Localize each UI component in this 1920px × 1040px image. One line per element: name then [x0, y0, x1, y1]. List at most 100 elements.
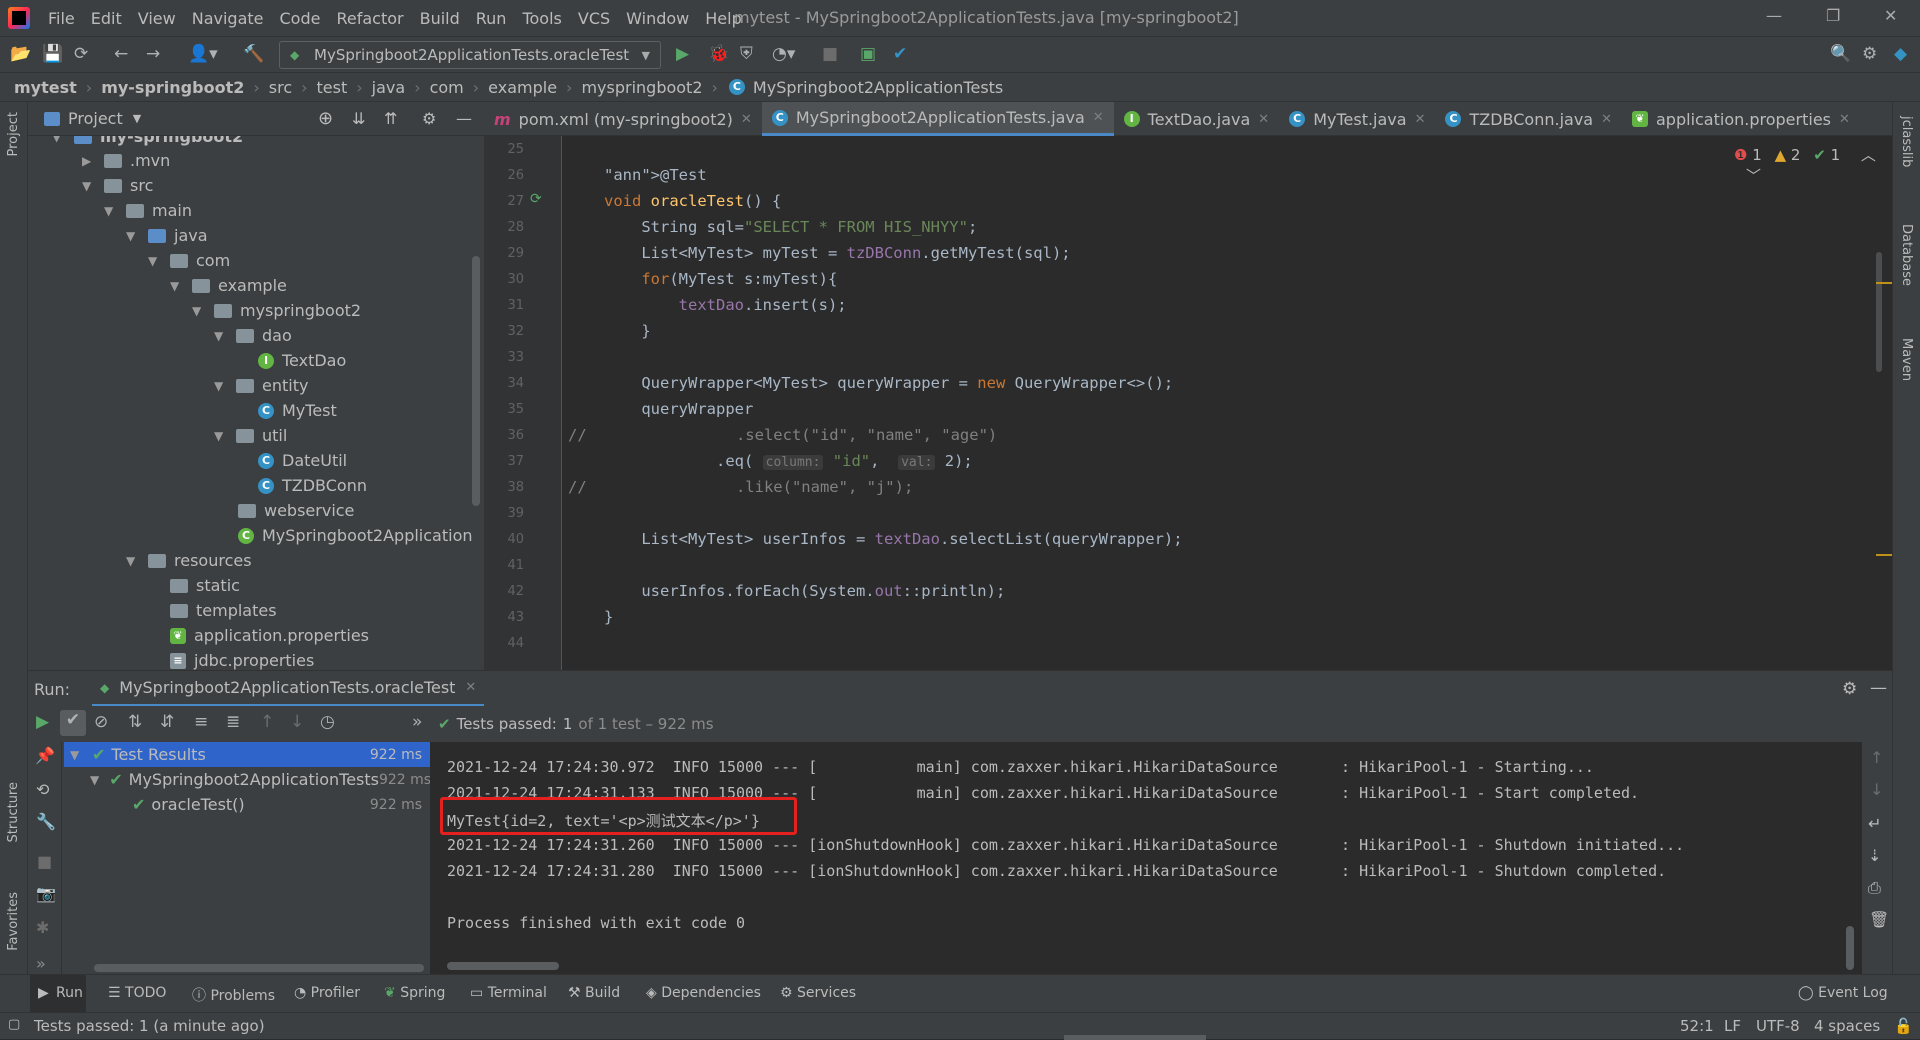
indent-setting[interactable]: 4 spaces	[1814, 1017, 1880, 1035]
bug-icon[interactable]: ✱	[36, 918, 49, 937]
run-icon[interactable]: ▶	[676, 44, 689, 64]
chevron-down-icon[interactable]: ▼	[133, 112, 141, 125]
more-icon[interactable]: »	[412, 712, 422, 732]
restore-icon[interactable]: ❐	[1826, 6, 1840, 25]
tree-item-util[interactable]: ▼ util	[214, 423, 287, 448]
menu-view[interactable]: View	[130, 9, 184, 28]
menu-run[interactable]: Run	[468, 9, 515, 28]
tree-item-myspringboot2[interactable]: ▼ myspringboot2	[192, 298, 361, 323]
minimize-icon[interactable]: —	[1766, 6, 1782, 25]
breadcrumb-class[interactable]: MySpringboot2ApplicationTests	[753, 78, 1003, 97]
code-line[interactable]: List<MyTest> myTest = tzDBConn.getMyTest…	[604, 244, 1070, 270]
close-window-icon[interactable]: ✕	[1884, 6, 1897, 25]
code-line[interactable]: }	[604, 322, 650, 348]
monitor-icon[interactable]: ▣	[860, 44, 876, 64]
tree-item-jdbc-properties[interactable]: ≡ jdbc.properties	[170, 648, 314, 670]
gear-icon[interactable]: ⚙	[422, 109, 436, 128]
scroll-to-end-icon[interactable]: ⇣	[1868, 846, 1881, 865]
code-line[interactable]: List<MyTest> userInfos = textDao.selectL…	[604, 530, 1182, 556]
editor-scrollbar[interactable]	[1876, 252, 1882, 372]
tab-textdao[interactable]: I TextDao.java ✕	[1114, 102, 1280, 136]
bottom-tab-terminal[interactable]: ▭ Terminal	[470, 985, 547, 1001]
toolbox-icon[interactable]: ◆	[1894, 44, 1907, 64]
menu-edit[interactable]: Edit	[83, 9, 130, 28]
tree-item-main[interactable]: ▼ main	[104, 198, 192, 223]
console-line[interactable]: 2021-12-24 17:24:31.260 INFO 15000 --- […	[447, 836, 1684, 854]
warning-marker[interactable]	[1876, 282, 1892, 284]
menu-vcs[interactable]: VCS	[570, 9, 618, 28]
expand-all-icon[interactable]: ⇊	[352, 109, 365, 128]
debug-icon[interactable]: 🐞	[708, 44, 729, 64]
code-line[interactable]: .eq( column: "id", val: 2);	[604, 452, 973, 478]
tree-item-src[interactable]: ▼ src	[82, 173, 153, 198]
back-icon[interactable]: ←	[114, 44, 128, 64]
breadcrumb-module[interactable]: my-springboot2	[101, 78, 244, 97]
vcs-user-icon[interactable]: 👤▾	[188, 44, 218, 64]
arrow-up-icon[interactable]: ↑	[1870, 748, 1883, 767]
menu-file[interactable]: File	[40, 9, 83, 28]
menu-window[interactable]: Window	[618, 9, 697, 28]
caret-position[interactable]: 52:1	[1680, 1017, 1714, 1035]
show-ignored-icon[interactable]: ⊘	[94, 712, 108, 732]
show-passed-toggle[interactable]: ✔	[60, 710, 86, 736]
menu-tools[interactable]: Tools	[514, 9, 569, 28]
breadcrumb-example[interactable]: example	[488, 78, 557, 97]
console-vscrollbar[interactable]	[1846, 926, 1854, 970]
project-panel-title[interactable]: Project	[68, 109, 123, 128]
event-log-button[interactable]: ◯ Event Log	[1798, 985, 1888, 1001]
forward-icon[interactable]: →	[146, 44, 160, 64]
jclasslib-tool-label[interactable]: jclasslib	[1899, 116, 1914, 167]
code-area[interactable]: "ann">@Test void oracleTest() { String sq…	[484, 136, 1814, 670]
tree-item-application-properties[interactable]: ❦ application.properties	[170, 623, 369, 648]
gear-icon[interactable]: ⚙	[1842, 679, 1857, 699]
code-line[interactable]: userInfos.forEach(System.out::println);	[604, 582, 1005, 608]
project-scrollbar[interactable]	[472, 256, 480, 506]
collapse-all-icon[interactable]: ≣	[226, 712, 240, 732]
breadcrumb-com[interactable]: com	[430, 78, 464, 97]
bottom-tab-dependencies[interactable]: ◈ Dependencies	[646, 985, 761, 1001]
rerun-failed-icon[interactable]: ⟲	[36, 780, 49, 799]
tree-item-static[interactable]: static	[170, 573, 240, 598]
breadcrumb-java[interactable]: java	[372, 78, 406, 97]
camera-icon[interactable]: 📷	[36, 884, 56, 903]
structure-tool-label[interactable]: Structure	[6, 782, 21, 842]
expand-all-icon[interactable]: ≡	[194, 712, 208, 732]
build-hammer-icon[interactable]: 🔨	[243, 44, 264, 64]
tree-item-application-class[interactable]: C MySpringboot2Application	[238, 523, 472, 548]
check-circle-icon[interactable]: ✔	[893, 44, 907, 64]
breadcrumb-mytest[interactable]: mytest	[14, 78, 77, 97]
code-line[interactable]: // .select("id", "name", "age")	[568, 426, 997, 452]
arrow-up-icon[interactable]: ↑	[260, 712, 274, 732]
tab-application-tests[interactable]: C MySpringboot2ApplicationTests.java ✕	[761, 102, 1114, 136]
tree-item-example[interactable]: ▼ example	[170, 273, 287, 298]
run-config-select[interactable]: MySpringboot2ApplicationTests.oracleTest…	[279, 41, 661, 69]
tab-pom-xml[interactable]: m pom.xml (my-springboot2) ✕	[484, 102, 762, 136]
pin-icon[interactable]: 📌	[35, 746, 55, 765]
sync-icon[interactable]: ⟳	[74, 44, 88, 64]
test-results-method[interactable]: ✔ oracleTest() 922 ms	[132, 792, 422, 817]
arrow-down-icon[interactable]: ↓	[290, 712, 304, 732]
console-hscrollbar[interactable]	[447, 962, 559, 970]
tree-item-templates[interactable]: templates	[170, 598, 277, 623]
menu-refactor[interactable]: Refactor	[328, 9, 411, 28]
rerun-icon[interactable]: ▶	[36, 712, 49, 732]
tool-windows-icon[interactable]: ▢	[8, 1017, 20, 1032]
test-results-root[interactable]: ▼ ✔ Test Results 922 ms	[70, 742, 422, 767]
lock-icon[interactable]: 🔓	[1894, 1017, 1913, 1035]
tab-mytest[interactable]: C MyTest.java ✕	[1279, 102, 1435, 136]
save-icon[interactable]: 💾	[42, 44, 63, 64]
bottom-tab-todo[interactable]: ☰ TODO	[108, 985, 166, 1001]
tree-item-tzdbconn[interactable]: C TZDBConn	[258, 473, 367, 498]
collapse-all-icon[interactable]: ⇈	[384, 109, 397, 128]
console-line[interactable]: 2021-12-24 17:24:31.280 INFO 15000 --- […	[447, 862, 1666, 880]
tree-item-mytest[interactable]: C MyTest	[258, 398, 337, 423]
bottom-tab-profiler[interactable]: ◔ Profiler	[294, 985, 360, 1001]
menu-build[interactable]: Build	[412, 9, 468, 28]
project-tool-label[interactable]: Project	[6, 112, 21, 156]
database-tool-label[interactable]: Database	[1899, 224, 1914, 286]
tree-item-com[interactable]: ▼ com	[148, 248, 230, 273]
breadcrumb-package[interactable]: myspringboot2	[581, 78, 702, 97]
breadcrumb-test[interactable]: test	[317, 78, 348, 97]
trash-icon[interactable]: 🗑	[1869, 910, 1889, 929]
file-encoding[interactable]: UTF-8	[1756, 1017, 1800, 1035]
